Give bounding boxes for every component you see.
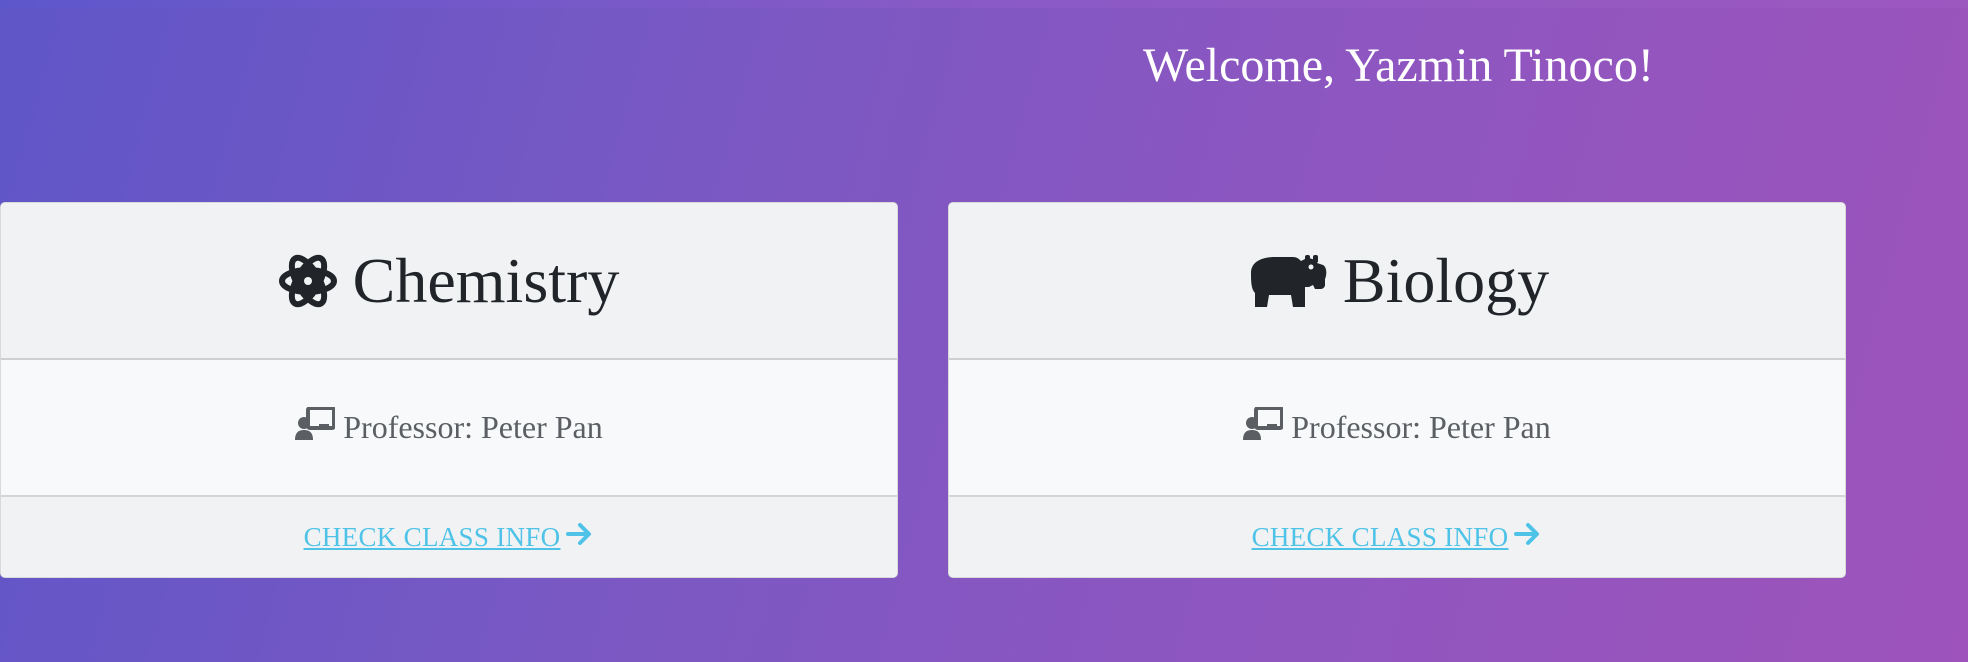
check-class-info-label: CHECK CLASS INFO [303, 521, 561, 552]
card-body: Professor: Peter Pan [1, 360, 897, 497]
course-title: Chemistry [352, 244, 620, 316]
professor-name: Professor: Peter Pan [1291, 409, 1551, 445]
arrow-right-icon [566, 521, 594, 554]
card-header: Chemistry [1, 203, 897, 360]
course-title-group: Chemistry [278, 244, 620, 316]
professor-line: Professor: Peter Pan [1243, 405, 1551, 449]
course-card-biology: Biology Professor: Peter Pan CHECK CLASS… [948, 202, 1846, 578]
course-title-group: Biology [1245, 244, 1550, 316]
check-class-info-link[interactable]: CHECK CLASS INFO [1252, 521, 1543, 554]
check-class-info-link[interactable]: CHECK CLASS INFO [304, 521, 595, 554]
hippo-icon [1245, 253, 1327, 309]
atom-icon [278, 249, 337, 313]
card-header: Biology [949, 203, 1845, 360]
card-footer: CHECK CLASS INFO [949, 497, 1845, 577]
professor-line: Professor: Peter Pan [295, 405, 603, 449]
teacher-icon [295, 405, 337, 449]
course-title: Biology [1342, 244, 1550, 316]
teacher-icon [1243, 405, 1285, 449]
professor-name: Professor: Peter Pan [343, 409, 603, 445]
welcome-heading: Welcome, Yazmin Tinoco! [1143, 39, 1654, 92]
top-strip [0, 0, 1968, 8]
card-body: Professor: Peter Pan [949, 360, 1845, 497]
course-card-chemistry: Chemistry Professor: Peter Pan CHECK CLA… [0, 202, 898, 578]
check-class-info-label: CHECK CLASS INFO [1251, 521, 1509, 552]
card-footer: CHECK CLASS INFO [1, 497, 897, 577]
arrow-right-icon [1514, 521, 1542, 554]
